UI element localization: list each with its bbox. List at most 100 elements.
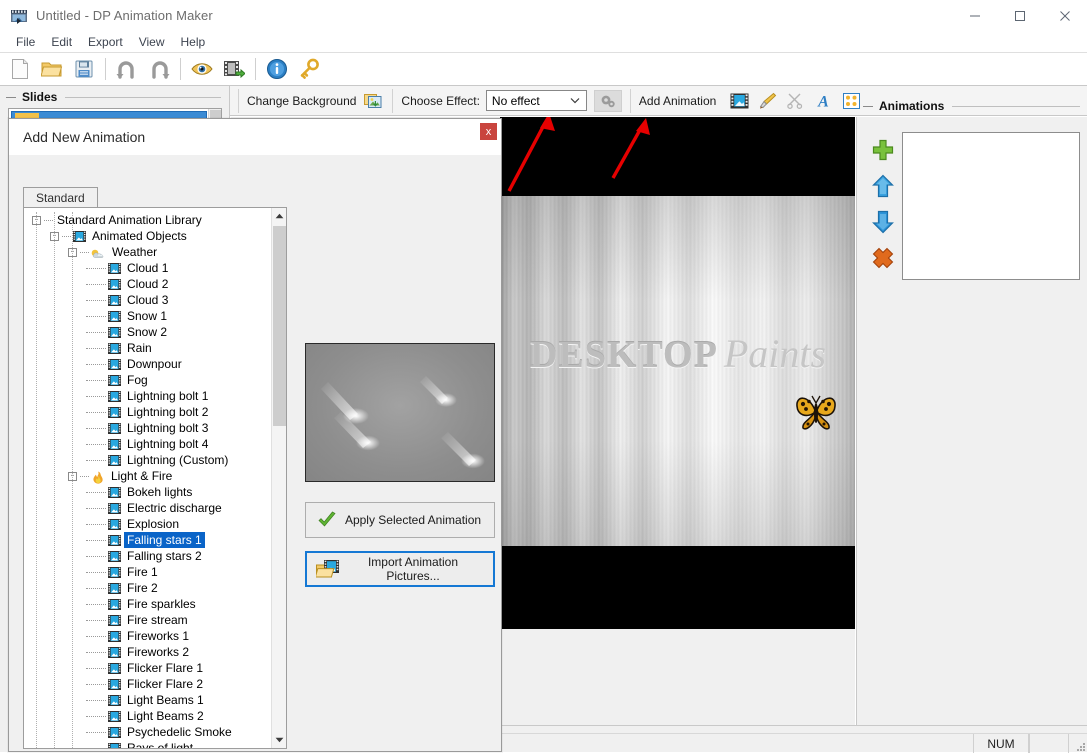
tree-item[interactable]: Fire 1 [24,564,271,580]
film-icon [108,262,121,274]
move-down-arrow-icon[interactable] [869,207,897,237]
tree-connector [44,219,53,221]
tree-item[interactable]: Bokeh lights [24,484,271,500]
resize-grip-icon[interactable] [1069,734,1087,753]
scroll-up-arrow-icon[interactable] [272,208,286,224]
toolbar-separator [105,58,106,80]
tree-item[interactable]: Falling stars 2 [24,548,271,564]
tree-item[interactable]: Explosion [24,516,271,532]
tree-item[interactable]: Fireworks 2 [24,644,271,660]
choose-effect-label: Choose Effect: [401,93,480,108]
weather-icon [91,247,106,258]
effect-select[interactable]: No effect [485,90,587,111]
tree-item[interactable]: Snow 2 [24,324,271,340]
maximize-button[interactable] [997,0,1042,31]
tree-item[interactable]: - Light & Fire [24,468,271,484]
tree-item-label: Standard Animation Library [57,213,202,227]
tree-item[interactable]: Fireworks 1 [24,628,271,644]
save-floppy-icon[interactable] [69,55,99,83]
tree-item[interactable]: - Weather [24,244,271,260]
tree-connector [86,395,106,397]
tree-item[interactable]: Fire 2 [24,580,271,596]
menu-view[interactable]: View [131,33,173,51]
tree-scrollbar[interactable] [271,208,286,748]
tree-item[interactable]: Downpour [24,356,271,372]
tree-item[interactable]: Fog [24,372,271,388]
tree-connector [80,251,89,253]
tree-item[interactable]: Cloud 3 [24,292,271,308]
apply-selected-animation-button[interactable]: Apply Selected Animation [305,502,495,538]
tree-item[interactable]: Cloud 1 [24,260,271,276]
add-text-icon[interactable]: A [812,91,834,111]
add-animation-plus-icon[interactable] [869,135,897,165]
tree-item[interactable]: Rain [24,340,271,356]
add-animation-object-icon[interactable] [728,91,750,111]
green-check-icon [312,511,342,529]
minimize-button[interactable] [952,0,997,31]
menu-edit[interactable]: Edit [43,33,80,51]
tree-item-label: Rain [127,341,152,355]
export-film-icon[interactable] [219,55,249,83]
tree-item[interactable]: - Animated Objects [24,228,271,244]
menu-help[interactable]: Help [173,33,214,51]
tree-item[interactable]: Falling stars 1 [24,532,271,548]
collapse-dash-icon[interactable] [863,105,873,107]
tree-item[interactable]: Fire stream [24,612,271,628]
tree-item[interactable]: Fire sparkles [24,596,271,612]
menu-export[interactable]: Export [80,33,131,51]
film-icon [108,742,121,748]
tree-guide-line [72,212,73,748]
undo-arrow-icon[interactable] [112,55,142,83]
tree-item[interactable]: Rays of light [24,740,271,748]
delete-cross-icon[interactable] [869,243,897,273]
change-background-label[interactable]: Change Background [247,94,356,108]
tree-item[interactable]: Lightning bolt 4 [24,436,271,452]
tree-item-label: Light & Fire [111,469,173,483]
tree-item-label: Snow 1 [127,309,168,323]
tree-item[interactable]: Electric discharge [24,500,271,516]
tree-item[interactable]: - Standard Animation Library [24,212,271,228]
new-document-icon[interactable] [5,55,35,83]
picture-swap-icon[interactable] [362,91,384,111]
animations-list[interactable] [902,132,1080,280]
tree-item[interactable]: Light Beams 2 [24,708,271,724]
tree-item[interactable]: Flicker Flare 2 [24,676,271,692]
tree-item[interactable]: Light Beams 1 [24,692,271,708]
animations-panel-header: Animations [857,95,1087,117]
tree-item[interactable]: Snow 1 [24,308,271,324]
close-button[interactable] [1042,0,1087,31]
scroll-down-arrow-icon[interactable] [272,732,286,748]
film-icon [108,374,121,386]
tree-item-label: Fireworks 1 [127,629,190,643]
tree-item[interactable]: Flicker Flare 1 [24,660,271,676]
dialog-close-button[interactable]: x [480,123,497,140]
menu-file[interactable]: File [8,33,43,51]
tree-item[interactable]: Lightning (Custom) [24,452,271,468]
tree-item[interactable]: Psychedelic Smoke [24,724,271,740]
tab-standard[interactable]: Standard [23,187,98,208]
open-folder-icon[interactable] [37,55,67,83]
tree-item[interactable]: Lightning bolt 2 [24,404,271,420]
tree-scrollbar-thumb[interactable] [273,226,286,426]
gears-icon[interactable] [593,89,622,112]
add-brush-icon[interactable] [756,91,778,111]
tree-item[interactable]: Cloud 2 [24,276,271,292]
collapse-dash-icon[interactable] [6,96,16,98]
info-icon[interactable] [262,55,292,83]
tree-connector [86,603,106,605]
animation-library-tree[interactable]: - Standard Animation Library - Animated Obj… [23,207,287,749]
tree-connector [86,283,106,285]
preview-eye-icon[interactable] [187,55,217,83]
move-up-arrow-icon[interactable] [869,171,897,201]
import-animation-pictures-button[interactable]: Import Animation Pictures... [305,551,495,587]
canvas-background-image[interactable]: DESKTOP Paints [500,196,855,546]
redo-arrow-icon[interactable] [144,55,174,83]
tree-item[interactable]: Lightning bolt 1 [24,388,271,404]
tree-item[interactable]: Lightning bolt 3 [24,420,271,436]
film-icon [108,454,121,466]
key-icon[interactable] [294,55,324,83]
tree-item-label: Fog [127,373,148,387]
animation-preview [305,343,495,482]
add-scissors-icon[interactable] [784,91,806,111]
tree-connector [86,299,106,301]
